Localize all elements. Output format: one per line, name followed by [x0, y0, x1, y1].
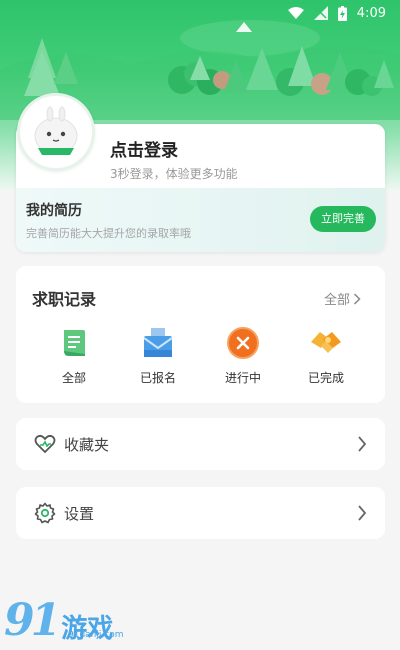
- chevron-right-icon: [353, 292, 361, 305]
- resume-subtitle: 完善简历能大大提升您的录取率哦: [26, 227, 191, 240]
- login-subtitle: 3秒登录，体验更多功能: [110, 167, 238, 181]
- job-records-all-link[interactable]: 全部: [324, 289, 361, 308]
- status-time: 4:09: [356, 5, 386, 21]
- job-item-signed-up[interactable]: 已报名: [126, 326, 190, 386]
- heart-icon: [34, 434, 56, 454]
- document-icon: [64, 330, 85, 356]
- settings-label: 设置: [64, 505, 95, 523]
- watermark-logo: 91 游戏 91danji.com: [4, 595, 123, 646]
- no-signal-icon: [313, 6, 328, 20]
- chevron-right-icon: [358, 505, 367, 521]
- settings-row[interactable]: 设置: [16, 487, 385, 539]
- status-bar: 4:09: [0, 0, 400, 26]
- favorites-label: 收藏夹: [64, 436, 110, 454]
- favorites-row[interactable]: 收藏夹: [16, 418, 385, 470]
- complete-resume-button[interactable]: 立即完善: [310, 206, 376, 232]
- gear-icon: [34, 502, 56, 524]
- mascot-avatar-icon: [34, 106, 78, 155]
- job-item-completed[interactable]: 已完成: [294, 326, 358, 386]
- job-item-all[interactable]: 全部: [42, 326, 106, 386]
- job-item-completed-label: 已完成: [307, 371, 344, 385]
- job-item-in-progress-label: 进行中: [224, 371, 261, 385]
- avatar[interactable]: [17, 93, 95, 171]
- handshake-icon: [311, 332, 341, 353]
- x-circle-icon: [227, 327, 259, 359]
- watermark-number: 91: [4, 595, 61, 646]
- watermark-url: 91danji.com: [68, 630, 124, 640]
- wifi-icon: [287, 7, 304, 19]
- job-records-title: 求职记录: [32, 290, 97, 309]
- job-item-in-progress[interactable]: 进行中: [211, 326, 275, 386]
- resume-title: 我的简历: [26, 203, 82, 219]
- watermark-text: 游戏: [61, 614, 114, 644]
- battery-charging-icon: [337, 5, 347, 21]
- login-title[interactable]: 点击登录: [110, 136, 178, 161]
- job-item-signed-up-label: 已报名: [139, 371, 176, 385]
- envelope-icon: [143, 328, 173, 357]
- chevron-right-icon: [358, 436, 367, 452]
- job-records-all-label: 全部: [324, 293, 351, 308]
- job-item-all-label: 全部: [61, 371, 86, 385]
